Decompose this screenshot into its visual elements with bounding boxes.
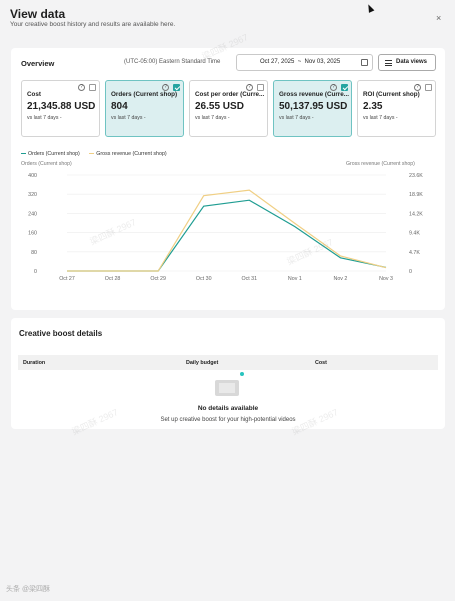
metric-compare: vs last 7 days - [195,115,230,121]
metric-label: Cost per order (Curre... [195,91,265,98]
series-line-gross-revenue [67,189,387,272]
x-tick-label: Oct 28 [105,276,121,282]
metric-card[interactable]: ? Orders (Current shop) 804 vs last 7 days … [105,80,184,137]
date-range-text: Oct 27, 2025 ~ Nov 03, 2025 [260,59,341,65]
x-tick-label: Oct 29 [150,276,166,282]
metric-value: 26.55 USD [195,101,244,112]
y-right-tick-label: 14.2K [409,211,423,217]
view-data-modal: View data Your creative boost history an… [0,0,455,601]
y-right-tick-label: 4.7K [409,250,420,256]
y-right-tick-label: 9.4K [409,231,420,237]
close-icon[interactable]: × [436,13,441,23]
metric-value: 804 [111,101,128,112]
columns-icon [385,60,392,66]
x-tick-label: Nov 1 [288,276,302,282]
column-duration: Duration [23,360,46,366]
empty-state-subtitle: Set up creative boost for your high-pote… [160,417,296,423]
y-right-tick-label: 0 [409,269,412,275]
series-line-orders [67,199,387,272]
chart-legend: Orders (Current shop) Gross revenue (Cur… [21,151,175,157]
metric-card[interactable]: ? Gross revenue (Curre... 50,137.95 USD vs … [273,80,352,137]
modal-subtitle: Your creative boost history and results … [10,21,176,28]
help-icon[interactable]: ? [162,84,169,91]
y-left-tick-label: 240 [28,211,37,217]
help-icon[interactable]: ? [78,84,85,91]
metric-value: 2.35 [363,101,383,112]
data-views-button[interactable]: Data views [378,54,436,71]
x-tick-label: Oct 27 [59,276,75,282]
help-icon[interactable]: ? [414,84,421,91]
x-tick-label: Nov 2 [334,276,348,282]
metric-label: ROI (Current shop) [363,91,420,98]
details-table-header: Duration Daily budget Cost [18,355,438,370]
metric-compare: vs last 7 days - [111,115,146,121]
x-tick-label: Oct 31 [241,276,257,282]
legend-gross-revenue: Gross revenue (Current shop) [89,151,167,157]
details-title: Creative boost details [19,329,103,338]
metric-checkbox[interactable] [173,84,180,91]
y-left-tick-label: 320 [28,192,37,198]
metric-checkbox[interactable] [341,84,348,91]
y-left-tick-label: 80 [31,250,37,256]
creative-boost-details-card: Creative boost details Duration Daily bu… [11,318,445,429]
y-left-tick-label: 0 [34,269,37,275]
y-right-tick-label: 23.6K [409,173,423,179]
metric-checkbox[interactable] [425,84,432,91]
metric-value: 50,137.95 USD [279,101,348,112]
metric-card[interactable]: ? Cost 21,345.88 USD vs last 7 days - [21,80,100,137]
column-cost: Cost [315,360,327,366]
line-chart: 0 0 80 4.7K 160 9.4K 240 14.2K 320 18.9K 400 23.6K O… [28,173,423,282]
timezone-label: (UTC-05:00) Eastern Standard Time [124,59,221,65]
metric-compare: vs last 7 days - [27,115,62,121]
overview-title: Overview [21,59,55,68]
overview-card: Overview (UTC-05:00) Eastern Standard Ti… [11,48,445,310]
empty-state-illustration-icon [215,380,239,396]
empty-state-dot-icon [240,372,244,376]
metric-checkbox[interactable] [89,84,96,91]
y-left-tick-label: 400 [28,173,37,179]
mouse-cursor-icon [365,3,375,13]
metric-label: Cost [27,91,41,98]
modal-title: View data [10,7,66,21]
x-tick-label: Nov 3 [379,276,393,282]
calendar-icon [361,59,368,66]
metric-checkbox[interactable] [257,84,264,91]
y-right-tick-label: 18.9K [409,192,423,198]
legend-orders: Orders (Current shop) [21,151,80,157]
column-daily-budget: Daily budget [186,360,219,366]
corner-watermark: 头条 @梁四酥 [6,586,51,593]
metric-compare: vs last 7 days - [279,115,314,121]
data-views-label: Data views [396,59,428,65]
y-left-tick-label: 160 [28,231,37,237]
metric-card[interactable]: ? Cost per order (Curre... 26.55 USD vs las… [189,80,268,137]
empty-state-title: No details available [197,405,259,412]
metric-card[interactable]: ? ROI (Current shop) 2.35 vs last 7 days - [357,80,436,137]
help-icon[interactable]: ? [246,84,253,91]
date-range-picker[interactable]: Oct 27, 2025 ~ Nov 03, 2025 [236,54,373,71]
metric-compare: vs last 7 days - [363,115,398,121]
metric-value: 21,345.88 USD [27,101,96,112]
x-tick-label: Oct 30 [196,276,212,282]
metric-label: Gross revenue (Curre... [279,91,349,98]
metric-label: Orders (Current shop) [111,91,178,98]
help-icon[interactable]: ? [330,84,337,91]
